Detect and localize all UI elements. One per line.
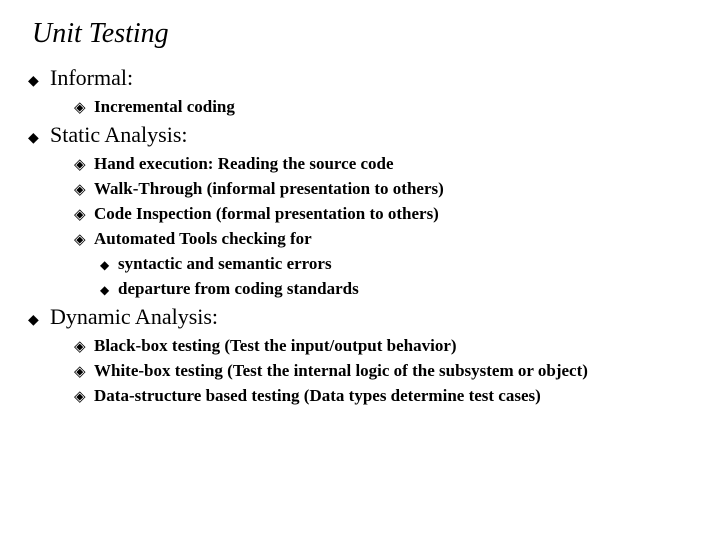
diamond-outline-bullet-icon: ◈: [74, 336, 94, 358]
list-item: ◈ Data-structure based testing (Data typ…: [74, 385, 692, 408]
list-item: ◈ Code Inspection (formal presentation t…: [74, 203, 692, 226]
section-informal: ◆ Informal: ◈ Incremental coding: [28, 64, 692, 119]
small-diamond-bullet-icon: ◆: [100, 254, 118, 276]
section-heading: Informal:: [50, 64, 133, 92]
diamond-outline-bullet-icon: ◈: [74, 361, 94, 383]
sub-list-item: ◆ syntactic and semantic errors: [100, 253, 692, 276]
item-text: Automated Tools checking for: [94, 228, 312, 250]
section-heading-row: ◆ Informal:: [28, 64, 692, 94]
sub-list-item: ◆ departure from coding standards: [100, 278, 692, 301]
slide: Unit Testing ◆ Informal: ◈ Incremental c…: [0, 0, 720, 540]
slide-title: Unit Testing: [32, 18, 692, 50]
section-items: ◈ Black-box testing (Test the input/outp…: [74, 335, 692, 408]
section-heading: Dynamic Analysis:: [50, 303, 218, 331]
diamond-bullet-icon: ◆: [28, 70, 50, 94]
list-item: ◈ Hand execution: Reading the source cod…: [74, 153, 692, 176]
item-text: Black-box testing (Test the input/output…: [94, 335, 457, 357]
diamond-bullet-icon: ◆: [28, 127, 50, 151]
diamond-bullet-icon: ◆: [28, 309, 50, 333]
section-heading-row: ◆ Static Analysis:: [28, 121, 692, 151]
item-text: Hand execution: Reading the source code: [94, 153, 394, 175]
section-items: ◈ Incremental coding: [74, 96, 692, 119]
diamond-outline-bullet-icon: ◈: [74, 179, 94, 201]
item-text: Walk-Through (informal presentation to o…: [94, 178, 444, 200]
sub-items: ◆ syntactic and semantic errors ◆ depart…: [100, 253, 692, 301]
list-item: ◈ White-box testing (Test the internal l…: [74, 360, 692, 383]
diamond-outline-bullet-icon: ◈: [74, 204, 94, 226]
diamond-outline-bullet-icon: ◈: [74, 386, 94, 408]
list-item: ◈ Incremental coding: [74, 96, 692, 119]
list-item: ◈ Walk-Through (informal presentation to…: [74, 178, 692, 201]
item-text: Incremental coding: [94, 96, 235, 118]
item-text: Data-structure based testing (Data types…: [94, 385, 541, 407]
section-dynamic-analysis: ◆ Dynamic Analysis: ◈ Black-box testing …: [28, 303, 692, 408]
subitem-text: departure from coding standards: [118, 278, 359, 300]
section-items: ◈ Hand execution: Reading the source cod…: [74, 153, 692, 301]
diamond-outline-bullet-icon: ◈: [74, 97, 94, 119]
section-heading: Static Analysis:: [50, 121, 188, 149]
diamond-outline-bullet-icon: ◈: [74, 154, 94, 176]
small-diamond-bullet-icon: ◆: [100, 279, 118, 301]
section-heading-row: ◆ Dynamic Analysis:: [28, 303, 692, 333]
section-static-analysis: ◆ Static Analysis: ◈ Hand execution: Rea…: [28, 121, 692, 301]
item-text: Code Inspection (formal presentation to …: [94, 203, 439, 225]
list-item: ◈ Black-box testing (Test the input/outp…: [74, 335, 692, 358]
subitem-text: syntactic and semantic errors: [118, 253, 332, 275]
item-text: White-box testing (Test the internal log…: [94, 360, 588, 382]
diamond-outline-bullet-icon: ◈: [74, 229, 94, 251]
list-item: ◈ Automated Tools checking for: [74, 228, 692, 251]
